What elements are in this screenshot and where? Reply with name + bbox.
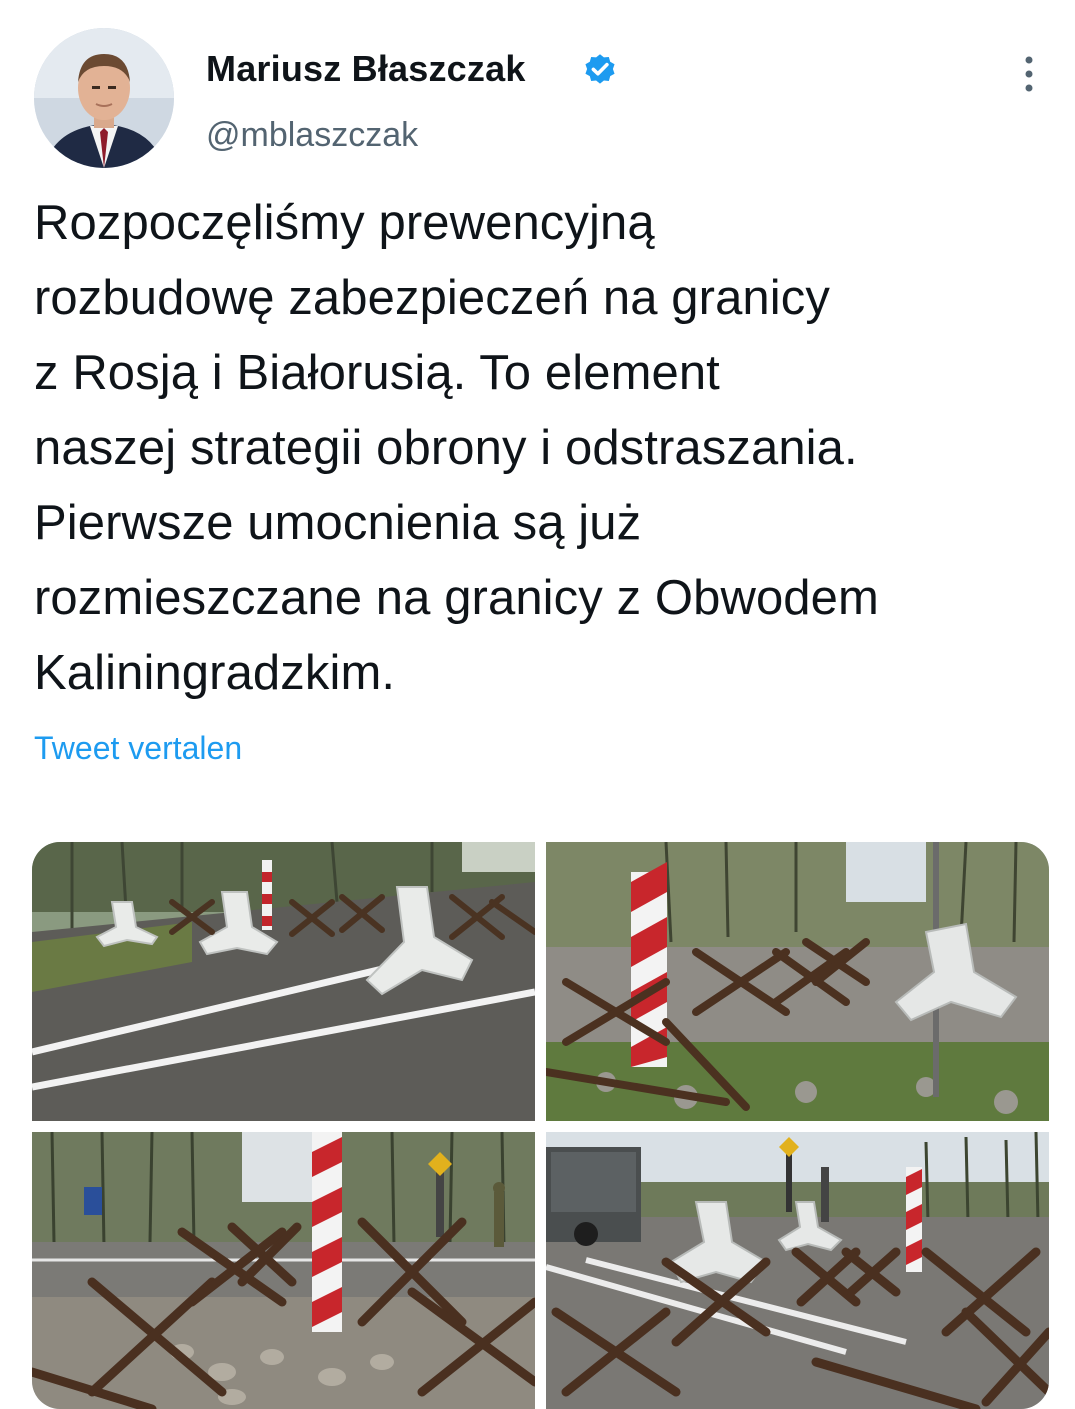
author-name[interactable]: Mariusz Błaszczak — [206, 48, 526, 90]
tweet-text-line: z Rosją i Białorusią. To element — [34, 346, 720, 400]
tweet-text-line: rozbudowę zabezpieczeń na granicy — [34, 271, 830, 325]
photo-2-image — [546, 842, 1049, 1121]
photo-4-image — [546, 1132, 1049, 1409]
photo-4[interactable] — [546, 1132, 1049, 1409]
tweet-text-line: Kaliningradzkim. — [34, 646, 396, 700]
translate-tweet-link[interactable]: Tweet vertalen — [34, 730, 242, 767]
media-grid — [32, 842, 1049, 1409]
tweet-text-line: Pierwsze umocnienia są już — [34, 496, 642, 550]
tweet-text-line: rozmieszczane na granicy z Obwodem — [34, 571, 879, 625]
tweet-text-line: naszej strategii obrony i odstraszania. — [34, 421, 858, 475]
tweet-text: Rozpoczęliśmy prewencyjną rozbudowę zabe… — [34, 186, 1054, 711]
photo-3-image — [32, 1132, 535, 1409]
photo-3[interactable] — [32, 1132, 535, 1409]
photo-1-image — [32, 842, 535, 1121]
avatar[interactable] — [34, 28, 174, 168]
photo-1[interactable] — [32, 842, 535, 1121]
author-handle[interactable]: @mblaszczak — [206, 116, 418, 155]
tweet-text-line: Rozpoczęliśmy prewencyjną — [34, 196, 655, 250]
more-vertical-icon[interactable] — [1014, 54, 1044, 94]
profile-photo-icon — [34, 28, 174, 168]
tweet-header: Mariusz Błaszczak @mblaszczak — [34, 28, 1044, 178]
photo-2[interactable] — [546, 842, 1049, 1121]
verified-badge-icon — [585, 54, 615, 84]
